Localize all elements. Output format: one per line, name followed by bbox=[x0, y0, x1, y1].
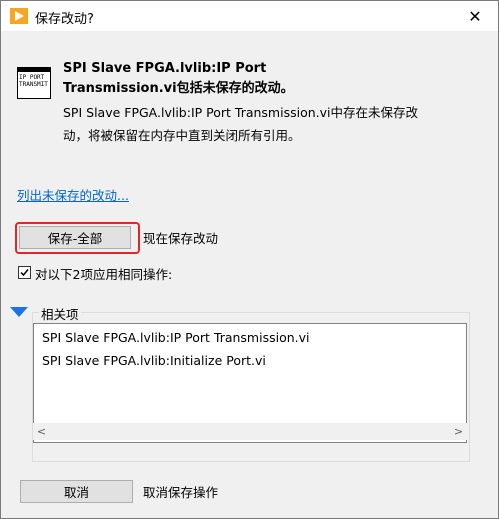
collapse-arrow-icon[interactable] bbox=[9, 306, 29, 318]
vi-file-icon: IP PORT TRANSMIT bbox=[17, 67, 51, 99]
apply-all-checkbox[interactable] bbox=[18, 266, 31, 279]
save-all-button[interactable]: 保存-全部 bbox=[19, 226, 131, 249]
message-heading: SPI Slave FPGA.lvlib:IP Port Transmissio… bbox=[63, 61, 294, 96]
labview-app-icon bbox=[10, 8, 28, 24]
list-item[interactable]: SPI Slave FPGA.lvlib:Initialize Port.vi bbox=[42, 353, 266, 368]
list-unsaved-changes-link[interactable]: 列出未保存的改动... bbox=[17, 185, 129, 204]
close-icon[interactable]: ✕ bbox=[452, 1, 498, 31]
title-bar: 保存改动? ✕ bbox=[1, 1, 498, 31]
list-item[interactable]: SPI Slave FPGA.lvlib:IP Port Transmissio… bbox=[42, 330, 310, 345]
scroll-left-icon[interactable]: < bbox=[33, 423, 50, 440]
cancel-description: 取消保存操作 bbox=[143, 485, 219, 500]
window-title: 保存改动? bbox=[35, 12, 94, 27]
message-body: SPI Slave FPGA.lvlib:IP Port Transmissio… bbox=[63, 105, 418, 143]
related-items-title: 相关项 bbox=[39, 304, 81, 323]
save-changes-dialog: 保存改动? ✕ IP PORT TRANSMIT SPI Slave FPGA.… bbox=[0, 0, 499, 519]
cancel-button[interactable]: 取消 bbox=[20, 480, 133, 503]
save-all-description: 现在保存改动 bbox=[143, 231, 219, 246]
vi-icon-line2: TRANSMIT bbox=[19, 81, 48, 88]
vi-icon-line1: IP PORT bbox=[19, 74, 45, 81]
scroll-right-icon[interactable]: > bbox=[450, 423, 467, 440]
checkmark-icon bbox=[20, 269, 29, 277]
apply-all-label[interactable]: 对以下2项应用相同操作: bbox=[35, 264, 172, 283]
horizontal-scrollbar[interactable]: < > bbox=[33, 423, 467, 440]
